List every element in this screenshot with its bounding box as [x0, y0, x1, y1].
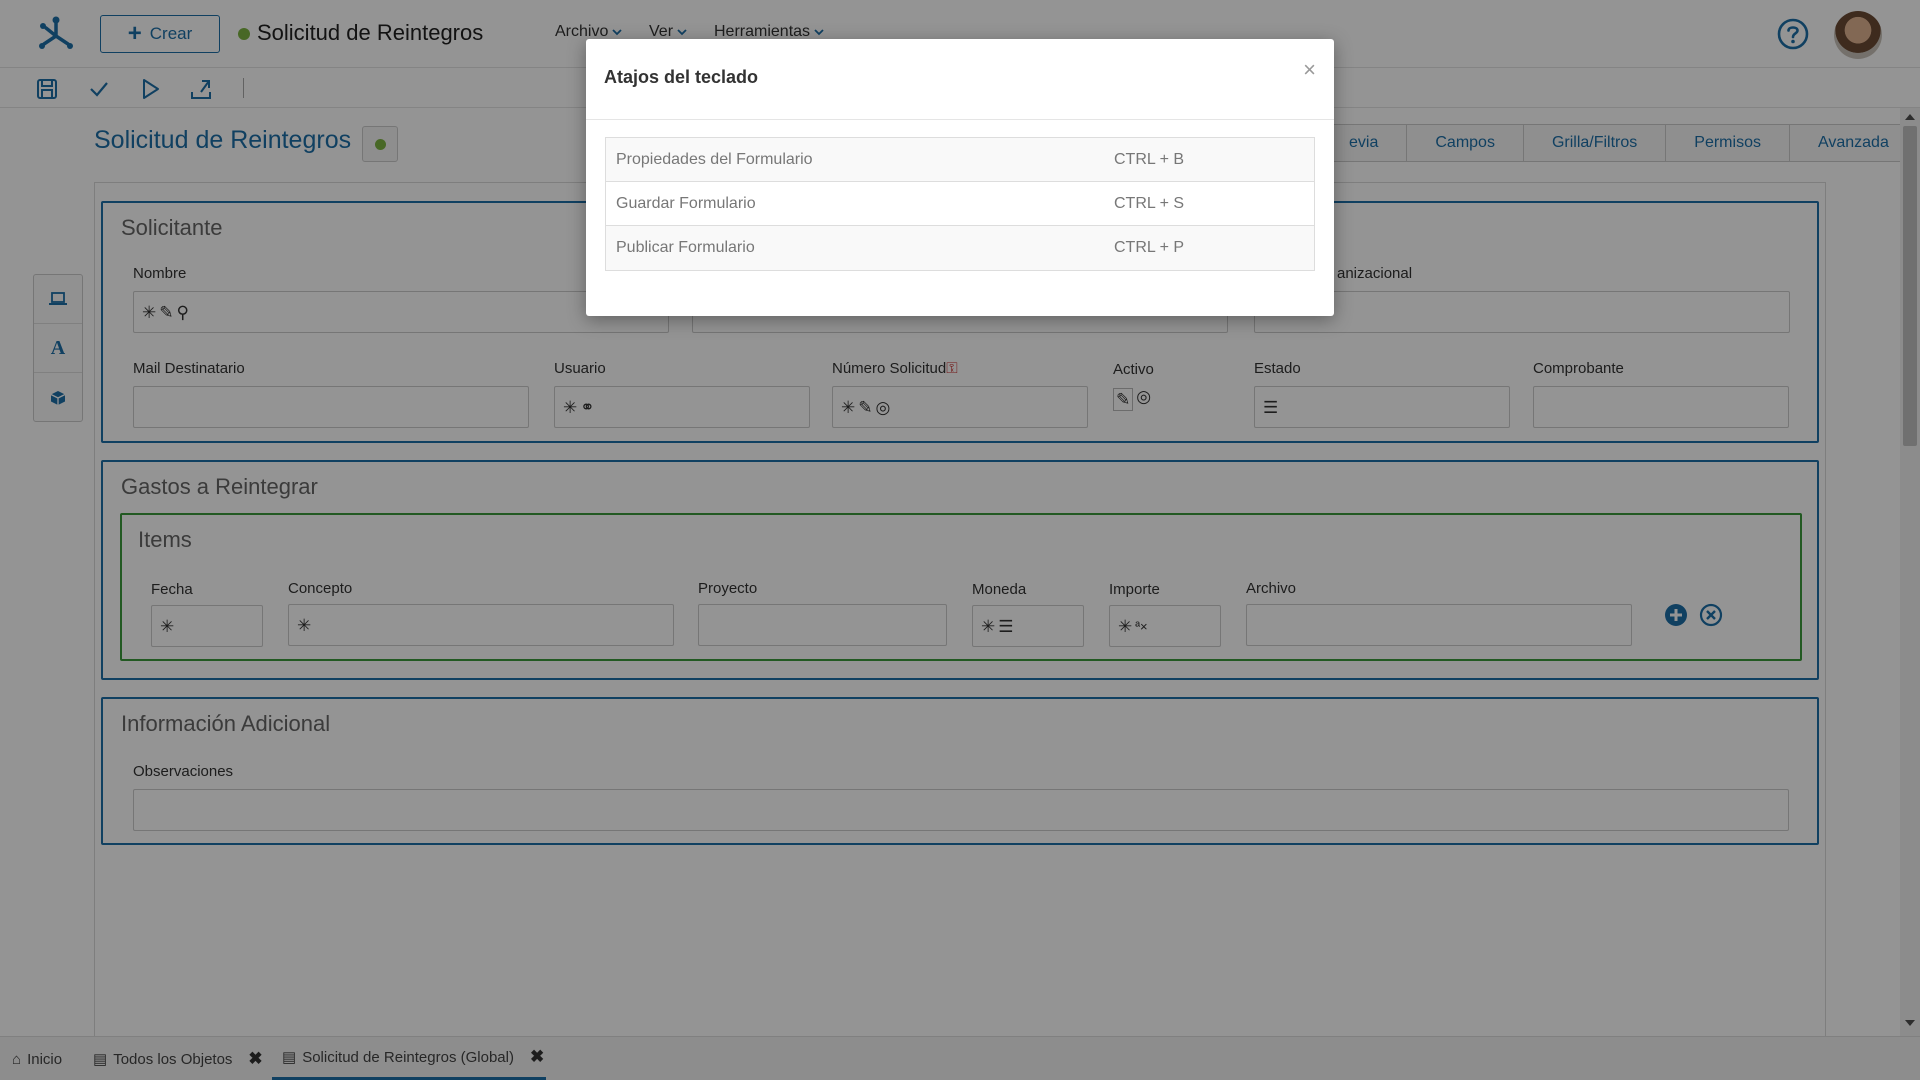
shortcuts-dialog: Atajos del teclado × Propiedades del For…: [586, 39, 1334, 316]
shortcut-action: Guardar Formulario: [616, 194, 756, 212]
shortcut-keys: CTRL + S: [1114, 194, 1185, 212]
dialog-divider: [586, 119, 1334, 120]
shortcut-action: Publicar Formulario: [616, 239, 755, 256]
shortcut-keys: CTRL + B: [1114, 150, 1185, 168]
shortcut-keys: CTRL + P: [1114, 239, 1185, 256]
shortcut-action: Propiedades del Formulario: [616, 150, 813, 168]
table-row: Guardar Formulario CTRL + S: [606, 182, 1314, 226]
dialog-title: Atajos del teclado: [604, 67, 759, 87]
table-row: Publicar Formulario CTRL + P: [606, 226, 1314, 270]
table-row: Propiedades del Formulario CTRL + B: [606, 138, 1314, 182]
close-icon[interactable]: ×: [1303, 57, 1316, 83]
shortcuts-table: Propiedades del Formulario CTRL + B Guar…: [605, 137, 1315, 271]
